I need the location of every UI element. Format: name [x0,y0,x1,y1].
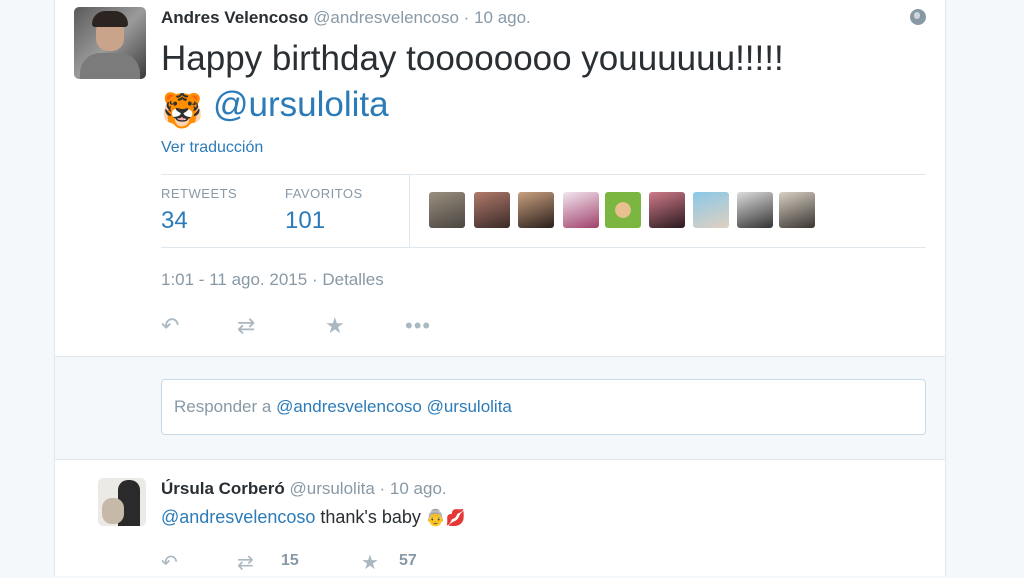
retweets-stat[interactable]: RETWEETS 34 [161,186,237,235]
retweets-label: RETWEETS [161,186,238,201]
favorites-stat[interactable]: FAVORITOS 101 [285,186,363,235]
reply-author-avatar[interactable] [98,478,146,526]
retweet-icon[interactable]: ⇄ [237,548,254,578]
favoriter-avatar[interactable] [429,192,465,228]
reply-author-name[interactable]: Úrsula Corberó [161,479,285,498]
star-icon[interactable]: ★ [325,311,345,341]
favoriter-avatar[interactable] [605,192,641,228]
separator: · [463,8,470,27]
reply-icon[interactable]: ↶ [161,548,178,578]
globe-icon [910,9,926,25]
reply-mentions: @andresvelencoso @ursulolita [276,397,512,416]
favoriter-avatar[interactable] [518,192,554,228]
favoriter-avatar[interactable] [474,192,510,228]
reply-area: Responder a @andresvelencoso @ursulolita [55,357,945,460]
favorites-count[interactable]: 101 [285,207,363,235]
details-link[interactable]: Detalles [322,270,383,289]
tweet-time[interactable]: 10 ago. [474,8,531,27]
reply-header: Úrsula Corberó @ursulolita · 10 ago. [161,479,447,499]
separator: · [311,270,318,289]
tweet-body: Happy birthday toooooooo youuuuuu!!!!! [161,39,784,78]
tweet-stats: RETWEETS 34 FAVORITOS 101 [161,174,926,248]
reply-time[interactable]: 10 ago. [390,479,447,498]
separator: · [379,479,386,498]
reply-icon[interactable]: ↶ [161,311,179,341]
more-icon[interactable]: ••• [405,311,431,341]
tweet-datetime: 1:01 - 11 ago. 2015 · Detalles [161,270,384,290]
author-avatar[interactable] [74,7,146,79]
reply-input[interactable]: Responder a @andresvelencoso @ursulolita [161,379,926,435]
reply-text: @andresvelencoso thank's baby 👵💋 [161,507,466,528]
favoriter-avatar[interactable] [649,192,685,228]
reply-emojis: 👵💋 [425,510,466,527]
favoriter-avatar[interactable] [693,192,729,228]
reply-author-handle[interactable]: @ursulolita [289,479,374,498]
reply-retweets-count[interactable]: 15 [281,552,299,570]
tweet-header: Andres Velencoso @andresvelencoso · 10 a… [161,8,531,28]
main-tweet: Andres Velencoso @andresvelencoso · 10 a… [55,0,945,357]
reply-favorites-count[interactable]: 57 [399,552,417,570]
reply-prefix: Responder a [174,397,272,416]
retweet-icon[interactable]: ⇄ [237,311,255,341]
reply-tweet: Úrsula Corberó @ursulolita · 10 ago. @an… [55,460,945,576]
stats-divider [409,175,410,247]
conversation-card: Andres Velencoso @andresvelencoso · 10 a… [54,0,946,576]
datetime-text: 1:01 - 11 ago. 2015 [161,270,308,289]
favorites-label: FAVORITOS [285,186,363,201]
star-icon[interactable]: ★ [361,548,379,578]
reply-mention[interactable]: @andresvelencoso [161,507,315,527]
author-name[interactable]: Andres Velencoso [161,8,308,27]
favoriter-avatar[interactable] [779,192,815,228]
favoriter-avatar[interactable] [737,192,773,228]
reply-body: thank's baby [320,507,421,527]
favoriter-avatar[interactable] [563,192,599,228]
retweets-count[interactable]: 34 [161,207,237,235]
reply-placeholder: Responder a @andresvelencoso @ursulolita [174,397,512,417]
tiger-emoji: 🐯 [161,92,204,130]
translate-link[interactable]: Ver traducción [161,139,263,157]
tweet-text: Happy birthday toooooooo youuuuuu!!!!! 🐯… [161,36,784,130]
author-handle[interactable]: @andresvelencoso [313,8,459,27]
tweet-mention[interactable]: @ursulolita [213,85,389,124]
